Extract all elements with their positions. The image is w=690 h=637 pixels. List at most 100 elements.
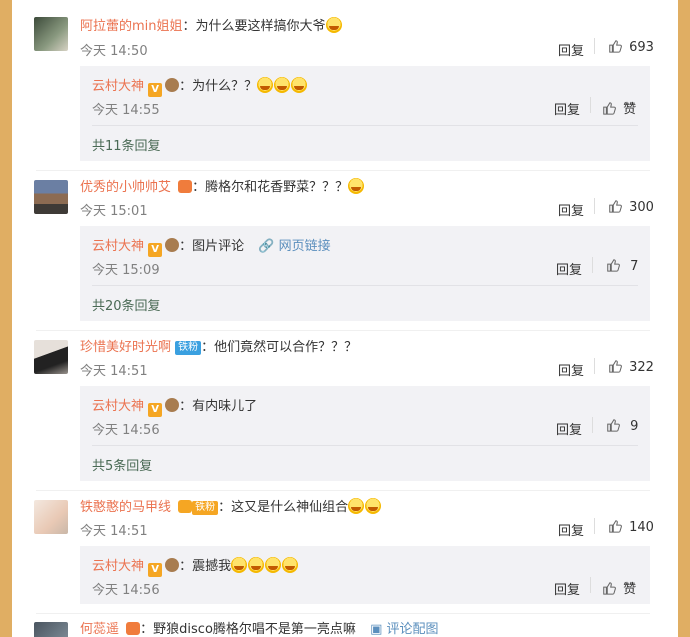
reply-username[interactable]: 云村大神 [92,239,144,254]
like-button[interactable]: 赞 [602,98,636,117]
like-count: 赞 [623,102,637,117]
divider [36,170,650,171]
reply-button[interactable]: 回复 [558,520,584,539]
comment-line: 阿拉蕾的min姐姐：为什么要这样搞你大爷 [80,15,343,34]
reply-box: 云村大神 V ：为什么？？ 今天 14:55 回复 赞 共11条回复 [80,66,650,161]
comment-text: 为什么要这样搞你大爷 [195,19,326,34]
more-replies-link[interactable]: 共11条回复 [92,135,161,154]
thumbs-up-icon [609,360,622,373]
avatar[interactable] [34,180,68,214]
divider [594,38,595,54]
separator: ： [179,399,193,414]
image-icon: ▣ [370,622,383,637]
reply-line: 云村大神 V ：有内味儿了 [92,395,257,417]
more-replies-link[interactable]: 共20条回复 [92,295,161,314]
separator: ： [201,340,215,355]
iron-fan-badge: 铁粉 [175,341,202,355]
separator: ： [182,19,196,34]
like-count: 140 [629,520,654,535]
reply-text: 图片评论 [192,239,245,254]
thumbs-up-icon [609,200,622,213]
reply-button[interactable]: 回复 [558,360,584,379]
reply-button[interactable]: 回复 [554,99,580,118]
separator: ： [218,500,232,515]
reply-text: 有内味儿了 [192,399,258,414]
comment-time: 今天 14:50 [80,44,148,59]
laugh-cry-emoji-icon [274,77,291,93]
comment-image-link[interactable]: ▣ 评论配图 [370,622,438,637]
glasses-emoji-icon [348,178,365,194]
comment-panel: 阿拉蕾的min姐姐：为什么要这样搞你大爷 今天 14:50 回复 693 云村大… [12,0,678,637]
comment-line: 何蕊遥 ：野狼disco腾格尔唱不是第一亮点嘛 ▣ 评论配图 [80,618,439,637]
like-count: 300 [629,200,654,215]
comment-username[interactable]: 珍惜美好时光啊 [80,340,171,355]
reply-box: 云村大神 V ：图片评论 🔗 网页链接 今天 15:09 回复 7 共20条回复 [80,226,650,321]
separator: ： [179,79,193,94]
comment-username[interactable]: 何蕊遥 [80,622,119,637]
comment-username[interactable]: 优秀的小帅帅艾 [80,180,171,195]
avatar[interactable] [34,622,68,637]
like-button[interactable]: 300 [608,199,654,215]
link-icon: 🔗 [258,239,275,254]
comment-username[interactable]: 阿拉蕾的min姐姐 [80,19,183,34]
reply-username[interactable]: 云村大神 [92,79,144,94]
reply-line: 云村大神 V ：图片评论 🔗 网页链接 [92,235,331,257]
comment-text: 这又是什么神仙组合 [231,500,349,515]
thumbs-up-icon [603,582,616,595]
more-replies-link[interactable]: 共5条回复 [92,455,152,474]
divider [92,445,638,446]
like-button[interactable]: 7 [606,258,638,274]
thumbs-up-icon [609,40,622,53]
separator: ： [140,622,154,637]
avatar[interactable] [34,500,68,534]
iron-fan-badge: 铁粉 [192,501,219,515]
comment-line: 铁憨憨的马甲线 铁粉 ：这又是什么神仙组合 [80,496,382,515]
like-button[interactable]: 9 [606,418,638,434]
reply-button[interactable]: 回复 [556,419,582,438]
avatar[interactable] [34,340,68,374]
reply-button[interactable]: 回复 [558,40,584,59]
comment-line: 珍惜美好时光啊 铁粉 ：他们竟然可以合作？？？ [80,336,357,355]
comment-image-label: 评论配图 [386,622,439,637]
laugh-cry-emoji-icon [248,557,265,573]
thumbs-up-icon [603,102,616,115]
reply-box: 云村大神 V ：有内味儿了 今天 14:56 回复 9 共5条回复 [80,386,650,481]
laugh-cry-emoji-icon [257,77,274,93]
divider [36,490,650,491]
reply-line: 云村大神 V ：为什么？？ [92,75,308,97]
avatar[interactable] [34,17,68,51]
divider [92,285,638,286]
comment-line: 优秀的小帅帅艾 ：腾格尔和花香野菜？？？ [80,176,365,195]
reply-username[interactable]: 云村大神 [92,559,144,574]
comment-username[interactable]: 铁憨憨的马甲线 [80,500,171,515]
laugh-cry-emoji-icon [291,77,308,93]
reply-button[interactable]: 回复 [558,200,584,219]
like-button[interactable]: 140 [608,519,654,535]
web-link[interactable]: 🔗 网页链接 [258,239,330,254]
like-count: 9 [630,419,639,434]
reply-button[interactable]: 回复 [554,579,580,598]
separator: ： [192,180,206,195]
divider [92,125,638,126]
verified-v-icon: V [148,563,163,577]
separator: ： [179,559,193,574]
divider [592,257,593,273]
like-count: 7 [630,259,639,274]
comment-time: 今天 14:51 [80,524,148,539]
level-badge-icon [165,558,180,572]
reply-time: 今天 14:56 [92,583,160,598]
reply-time: 今天 14:55 [92,103,160,118]
like-button[interactable]: 693 [608,39,654,55]
reply-button[interactable]: 回复 [556,259,582,278]
reply-text: 为什么？？ [192,79,258,94]
level-badge-icon [165,238,180,252]
like-count: 322 [629,360,654,375]
like-button[interactable]: 322 [608,359,654,375]
reply-username[interactable]: 云村大神 [92,399,144,414]
fan-badge-icon [126,622,141,635]
laugh-cry-emoji-icon [282,557,299,573]
comment-time: 今天 15:01 [80,204,148,219]
reply-time: 今天 15:09 [92,263,160,278]
like-button[interactable]: 赞 [602,578,636,597]
divider [590,97,591,113]
